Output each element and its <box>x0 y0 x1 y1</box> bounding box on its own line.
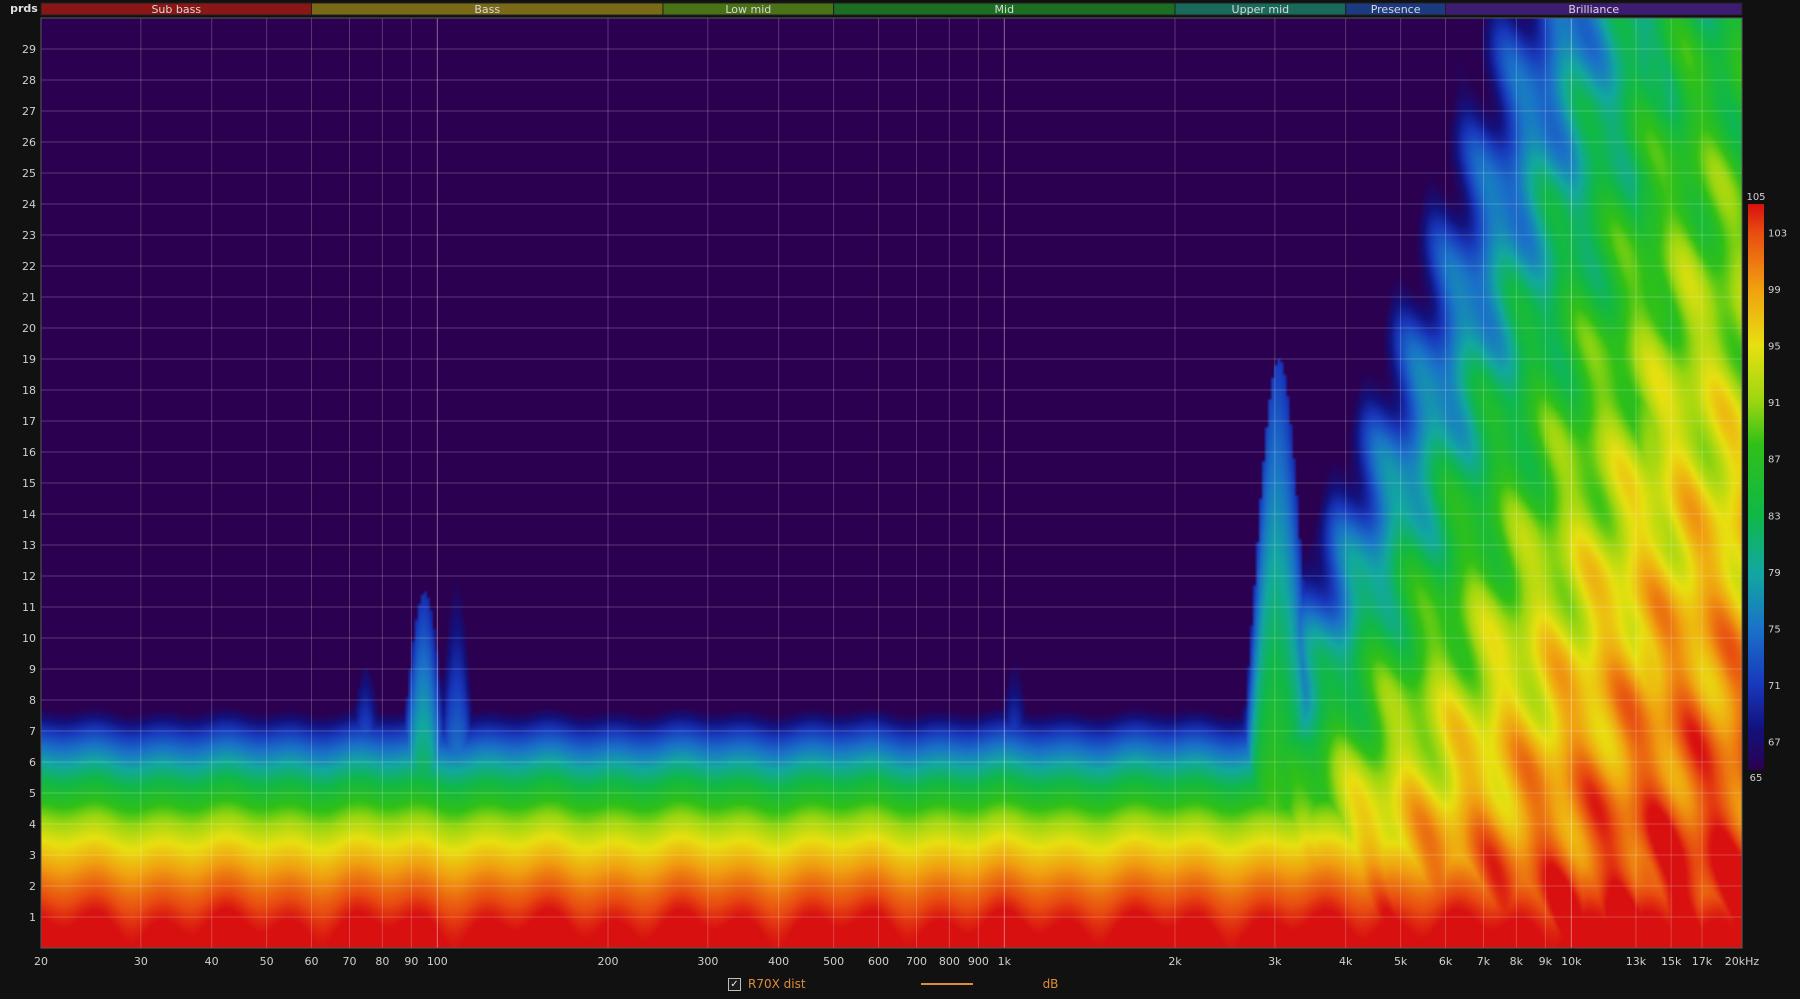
x-tick-label: 60 <box>305 955 319 968</box>
x-tick-label: 600 <box>868 955 889 968</box>
band-label: Brilliance <box>1568 3 1619 16</box>
colorbar-label: 105 <box>1746 192 1765 203</box>
y-tick-label: 17 <box>22 415 36 428</box>
y-tick-label: 5 <box>29 787 36 800</box>
y-tick-label: 9 <box>29 663 36 676</box>
x-tick-label: 30 <box>134 955 148 968</box>
x-tick-label: 3k <box>1268 955 1282 968</box>
waterfall-chart: Sub bass Bass Low mid Mid Upper mid Presence B… <box>10 2 1787 968</box>
x-tick-label: 50 <box>260 955 274 968</box>
legend-series-swatch <box>920 983 973 985</box>
colorbar-label: 67 <box>1768 738 1781 749</box>
x-tick-label: 5k <box>1394 955 1408 968</box>
y-tick-label: 18 <box>22 384 36 397</box>
x-tick-label: 40 <box>205 955 219 968</box>
x-tick-label: 100 <box>427 955 448 968</box>
band-label: Sub bass <box>151 3 201 16</box>
x-tick-label: 800 <box>939 955 960 968</box>
colorbar-label: 83 <box>1768 511 1781 522</box>
x-tick-label: 700 <box>906 955 927 968</box>
y-tick-label: 27 <box>22 105 36 118</box>
y-tick-label: 7 <box>29 725 36 738</box>
x-tick-label: 8k <box>1510 955 1524 968</box>
y-tick-label: 12 <box>22 570 36 583</box>
x-tick-label: 9k <box>1539 955 1553 968</box>
x-tick-label: 1k <box>998 955 1012 968</box>
y-tick-label: 23 <box>22 229 36 242</box>
band-label: Mid <box>995 3 1015 16</box>
y-tick-label: 8 <box>29 694 36 707</box>
colorbar-label: 95 <box>1768 342 1781 353</box>
y-tick-label: 13 <box>22 539 36 552</box>
y-unit-label: prds <box>10 2 38 15</box>
colorbar-label: 103 <box>1768 228 1787 239</box>
legend: ✓ R70X dist dB <box>728 976 1058 992</box>
x-tick-label: 20kHz <box>1725 955 1760 968</box>
y-tick-label: 15 <box>22 477 36 490</box>
x-tick-label: 500 <box>823 955 844 968</box>
band-label: Low mid <box>725 3 771 16</box>
x-tick-label: 400 <box>768 955 789 968</box>
legend-series-name: R70X dist <box>748 977 806 991</box>
colorbar-label: 87 <box>1768 455 1781 466</box>
x-tick-label: 6k <box>1439 955 1453 968</box>
colorbar-label: 99 <box>1768 285 1781 296</box>
x-tick-label: 15k <box>1661 955 1682 968</box>
y-tick-label: 2 <box>29 880 36 893</box>
x-tick-label: 2k <box>1168 955 1182 968</box>
y-tick-label: 21 <box>22 291 36 304</box>
colorbar-label: 75 <box>1768 625 1781 636</box>
x-tick-label: 300 <box>697 955 718 968</box>
y-tick-label: 11 <box>22 601 36 614</box>
x-tick-label: 900 <box>968 955 989 968</box>
y-tick-label: 20 <box>22 322 36 335</box>
y-tick-label: 22 <box>22 260 36 273</box>
x-tick-label: 80 <box>375 955 389 968</box>
colorbar <box>1748 204 1764 770</box>
colorbar-label: 65 <box>1750 773 1763 784</box>
x-tick-label: 7k <box>1477 955 1491 968</box>
y-tick-label: 26 <box>22 136 36 149</box>
y-tick-label: 10 <box>22 632 36 645</box>
x-tick-label: 13k <box>1626 955 1647 968</box>
y-tick-label: 4 <box>29 818 36 831</box>
y-tick-label: 1 <box>29 911 36 924</box>
x-tick-label: 200 <box>598 955 619 968</box>
series-visibility-checkbox[interactable]: ✓ <box>728 977 741 991</box>
colorbar-label: 79 <box>1768 568 1781 579</box>
legend-unit: dB <box>1042 977 1059 991</box>
y-tick-label: 24 <box>22 198 36 211</box>
x-tick-label: 90 <box>404 955 418 968</box>
band-label: Upper mid <box>1232 3 1290 16</box>
band-label: Presence <box>1371 3 1421 16</box>
y-tick-label: 28 <box>22 74 36 87</box>
y-tick-label: 29 <box>22 43 36 56</box>
y-tick-label: 3 <box>29 849 36 862</box>
x-tick-label: 10k <box>1561 955 1582 968</box>
x-tick-label: 70 <box>342 955 356 968</box>
y-tick-label: 6 <box>29 756 36 769</box>
band-label: Bass <box>474 3 500 16</box>
x-tick-label: 4k <box>1339 955 1353 968</box>
x-tick-label: 20 <box>34 955 48 968</box>
colorbar-label: 91 <box>1768 398 1781 409</box>
x-tick-label: 17k <box>1692 955 1713 968</box>
y-tick-label: 14 <box>22 508 36 521</box>
y-tick-label: 16 <box>22 446 36 459</box>
y-tick-label: 19 <box>22 353 36 366</box>
colorbar-label: 71 <box>1768 681 1781 692</box>
y-tick-label: 25 <box>22 167 36 180</box>
